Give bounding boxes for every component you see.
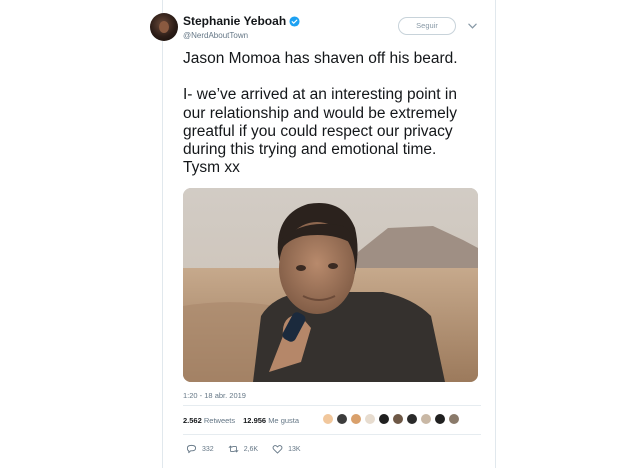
likes-count: 12.956 [243,416,267,425]
tweet-actions: 332 2,6K 13K [186,444,301,454]
tweet-card-left-border [162,0,163,468]
like-count: 13K [288,445,301,453]
liker-avatar[interactable] [350,413,362,425]
likes-label: Me gusta [268,416,300,425]
avatar-face [159,21,169,33]
tweet-media-image[interactable] [183,188,478,382]
liker-avatars[interactable] [322,413,460,425]
tweet-timestamp[interactable]: 1:20 - 18 abr. 2019 [183,391,246,400]
liker-avatar[interactable] [448,413,460,425]
retweets-count: 2.562 [183,416,202,425]
tweet-card-right-border [495,0,496,468]
tweet-text-line: Jason Momoa has shaven off his beard. [183,50,458,67]
name-row: Stephanie Yeboah [183,13,300,29]
divider [183,434,481,435]
tweet-text-line: our relationship and would be extremely [183,104,457,122]
tweet-text-line: during this trying and emotional time. [183,141,437,159]
likes-stat[interactable]: 12.956 Me gusta [243,416,299,425]
tweet-text: Jason Momoa has shaven off his beard. I-… [183,50,483,178]
divider [183,405,481,406]
author-block[interactable]: Stephanie Yeboah @NerdAboutTown [183,13,300,41]
liker-avatar[interactable] [322,413,334,425]
tweet-text-line: I- we’ve arrived at an interesting point… [183,86,457,104]
follow-button[interactable]: Seguir [398,17,456,35]
author-display-name[interactable]: Stephanie Yeboah [183,13,286,29]
retweets-stat[interactable]: 2.562 Retweets [183,416,235,425]
author-handle[interactable]: @NerdAboutTown [183,30,300,41]
liker-avatar[interactable] [364,413,376,425]
liker-avatar[interactable] [378,413,390,425]
tweet-text-line: greatful if you could respect our privac… [183,122,453,140]
chevron-down-icon[interactable] [468,23,477,29]
reply-count: 332 [202,445,214,453]
retweets-label: Retweets [203,416,236,425]
heart-icon [272,445,283,454]
liker-avatar[interactable] [336,413,348,425]
retweet-button[interactable]: 2,6K [228,444,258,454]
liker-avatar[interactable] [434,413,446,425]
tweet-text-line: Tysm xx [183,159,240,177]
reply-button[interactable]: 332 [186,444,214,454]
avatar[interactable] [150,13,178,41]
retweet-icon [228,445,239,453]
media-illustration [183,188,478,382]
verified-badge-icon [289,15,300,27]
retweet-count: 2,6K [243,445,259,453]
reply-icon [186,444,197,454]
tweet-stats: 2.562 Retweets 12.956 Me gusta [183,416,299,425]
liker-avatar[interactable] [406,413,418,425]
liker-avatar[interactable] [392,413,404,425]
liker-avatar[interactable] [420,413,432,425]
tweet-header: Stephanie Yeboah @NerdAboutTown Seguir [150,13,490,47]
like-button[interactable]: 13K [272,444,301,454]
